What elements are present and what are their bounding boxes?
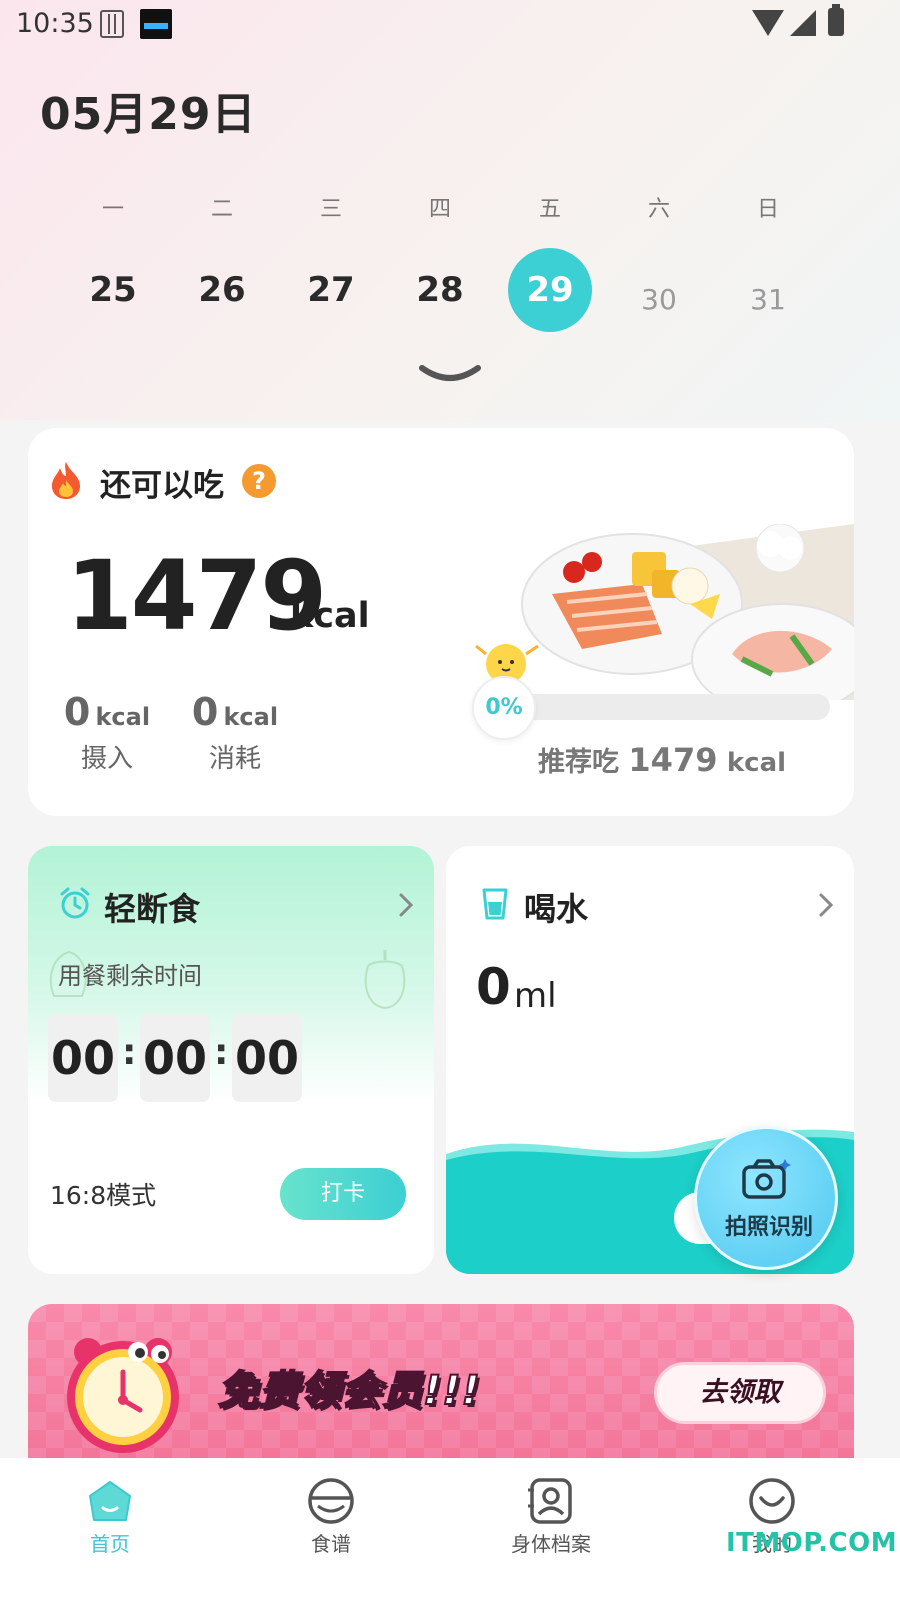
battery-icon bbox=[828, 4, 844, 36]
intake-label: 摄入 bbox=[80, 744, 133, 774]
cup-icon bbox=[482, 888, 508, 920]
day-number-selected: 29 bbox=[508, 248, 592, 332]
nav-home[interactable]: 首页 bbox=[30, 1476, 190, 1557]
day-number: 30 bbox=[641, 283, 677, 316]
day-number: 25 bbox=[89, 270, 137, 310]
day-number: 26 bbox=[198, 270, 246, 310]
recommend-intake: 推荐吃 1479 kcal bbox=[538, 740, 786, 779]
timer-minutes: 00 bbox=[140, 1014, 210, 1102]
profile-icon bbox=[528, 1478, 572, 1524]
camera-icon bbox=[742, 1159, 791, 1199]
weekday-label: 三 bbox=[319, 197, 342, 222]
nav-recipes-label: 食谱 bbox=[311, 1532, 351, 1556]
water-unit: ml bbox=[514, 976, 557, 1016]
calorie-card[interactable]: 还可以吃 ? 1479 kcal 0 kcal 摄入 0 kcal 消耗 0% … bbox=[28, 428, 854, 816]
weekday-label: 四 bbox=[428, 197, 451, 222]
timer-colon: : bbox=[214, 1032, 229, 1073]
calorie-progress-percent: 0% bbox=[472, 676, 536, 740]
calendar-day-selected[interactable]: 五 29 bbox=[495, 190, 605, 332]
nav-recipes[interactable]: 食谱 bbox=[251, 1476, 411, 1557]
chevron-right-icon[interactable] bbox=[398, 892, 414, 918]
intake-stat: 0 kcal 摄入 bbox=[52, 690, 162, 775]
calorie-unit: kcal bbox=[290, 596, 370, 636]
status-time: 10:35 bbox=[16, 8, 94, 39]
photo-recognition-label: 拍照识别 bbox=[724, 1215, 813, 1240]
intake-unit: kcal bbox=[95, 703, 151, 731]
timer-colon: : bbox=[122, 1032, 137, 1073]
calendar-day[interactable]: 三 27 bbox=[276, 190, 386, 332]
fire-icon bbox=[52, 462, 80, 499]
photo-recognition-button[interactable]: 拍照识别 bbox=[694, 1126, 838, 1270]
banner-text: 免费领会员!!! bbox=[217, 1367, 481, 1415]
calorie-progress-bar bbox=[498, 694, 830, 720]
calorie-remaining-value: 1479 bbox=[66, 540, 327, 652]
alarm-clock-icon bbox=[60, 887, 90, 919]
date-title[interactable]: 05月29日 bbox=[40, 78, 256, 142]
smile-icon bbox=[749, 1478, 795, 1524]
calendar-day[interactable]: 二 26 bbox=[167, 190, 277, 332]
free-membership-banner[interactable]: 免费领会员!!! 去领取 bbox=[28, 1304, 854, 1464]
watermark-text: ITMOP.COM bbox=[726, 1528, 898, 1558]
app-notification-icon bbox=[140, 9, 172, 39]
fasting-subtitle: 用餐剩余时间 bbox=[58, 962, 202, 990]
burn-unit: kcal bbox=[223, 703, 279, 731]
status-bar: 10:35 bbox=[0, 0, 900, 48]
weekday-label: 五 bbox=[538, 197, 561, 222]
bowl-icon bbox=[308, 1478, 354, 1524]
intake-value: 0 bbox=[63, 690, 91, 734]
help-icon[interactable]: ? bbox=[242, 464, 276, 498]
burn-value: 0 bbox=[191, 690, 219, 734]
day-number: 27 bbox=[307, 270, 355, 310]
calendar-day[interactable]: 日 31 bbox=[713, 190, 823, 342]
burn-label: 消耗 bbox=[208, 744, 261, 774]
weekday-label: 日 bbox=[756, 197, 779, 222]
pepper-decoration-icon bbox=[364, 950, 406, 1010]
calendar-day[interactable]: 一 25 bbox=[58, 190, 168, 332]
chevron-right-icon[interactable] bbox=[818, 892, 834, 918]
weekday-label: 六 bbox=[647, 197, 670, 222]
weekday-label: 二 bbox=[210, 197, 233, 222]
weekday-label: 一 bbox=[101, 197, 124, 222]
expand-calendar-chevron-icon[interactable] bbox=[418, 362, 482, 386]
food-plate-image bbox=[521, 524, 854, 700]
water-value: 0 bbox=[476, 958, 511, 1016]
nav-home-label: 首页 bbox=[90, 1532, 130, 1556]
wifi-icon bbox=[752, 10, 784, 36]
fasting-mode[interactable]: 16:8模式 bbox=[50, 1176, 156, 1212]
recommend-value: 1479 bbox=[628, 741, 718, 779]
calendar-day[interactable]: 六 30 bbox=[604, 190, 714, 342]
nav-body-profile[interactable]: 身体档案 bbox=[471, 1476, 631, 1557]
calorie-title: 还可以吃 bbox=[100, 468, 224, 504]
sim-card-icon bbox=[100, 10, 124, 38]
fasting-card[interactable]: 轻断食 用餐剩余时间 00 : 00 : 00 16:8模式 打卡 bbox=[28, 846, 434, 1274]
fasting-title: 轻断食 bbox=[104, 890, 201, 928]
alarm-clock-mascot-icon bbox=[67, 1338, 179, 1453]
recommend-unit: kcal bbox=[726, 748, 787, 778]
signal-icon bbox=[790, 10, 816, 36]
week-calendar: 一 25 二 26 三 27 四 28 五 29 六 30 日 31 bbox=[58, 190, 842, 340]
check-in-button[interactable]: 打卡 bbox=[280, 1168, 406, 1220]
claim-button[interactable]: 去领取 bbox=[654, 1362, 826, 1424]
timer-seconds: 00 bbox=[232, 1014, 302, 1102]
calendar-day[interactable]: 四 28 bbox=[385, 190, 495, 332]
day-number: 31 bbox=[750, 283, 786, 316]
day-number: 28 bbox=[416, 270, 464, 310]
nav-body-profile-label: 身体档案 bbox=[511, 1532, 591, 1556]
water-title: 喝水 bbox=[524, 890, 589, 928]
home-icon bbox=[89, 1481, 131, 1521]
recommend-prefix: 推荐吃 bbox=[538, 747, 619, 778]
timer-hours: 00 bbox=[48, 1014, 118, 1102]
burn-stat: 0 kcal 消耗 bbox=[180, 690, 290, 775]
